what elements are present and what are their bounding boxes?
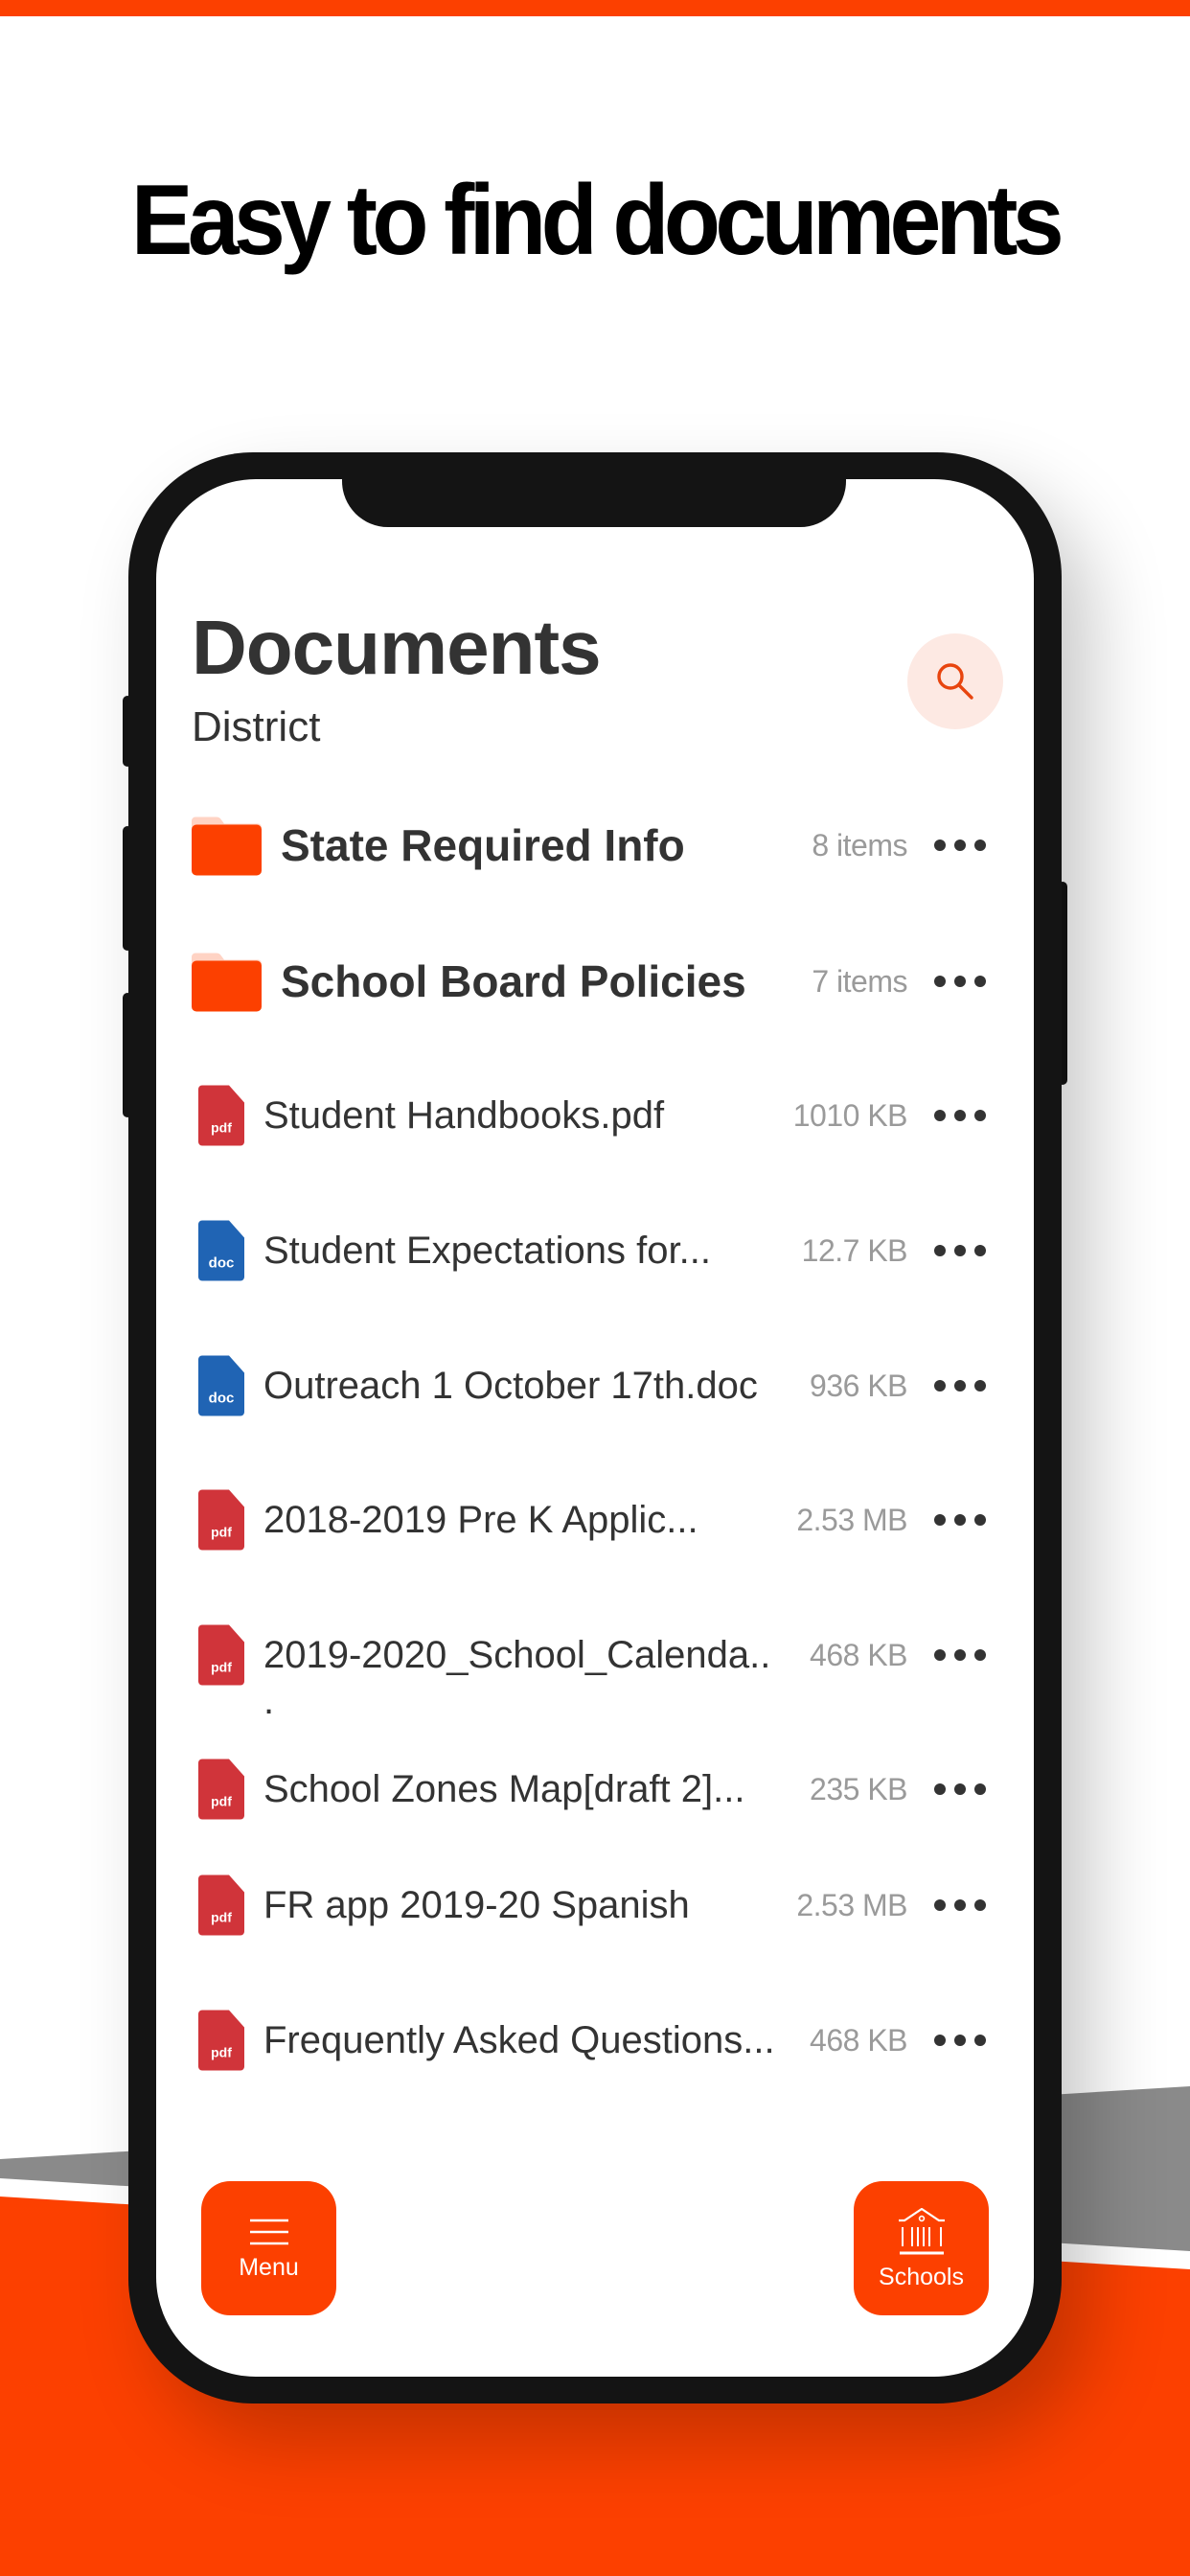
- more-horizontal-icon: [934, 2035, 946, 2046]
- promo-headline: Easy to find documents: [130, 165, 1064, 276]
- more-horizontal-icon: [934, 1245, 946, 1256]
- more-horizontal-icon: [934, 1514, 946, 1526]
- more-horizontal-icon: [934, 1380, 946, 1392]
- more-horizontal-icon: [934, 1899, 946, 1911]
- file-size: 1010 KB: [792, 1098, 908, 1133]
- hamburger-menu-icon: [249, 2219, 288, 2244]
- file-row[interactable]: doc Student Expectations for... 12.7 KB: [156, 1203, 1034, 1299]
- pdf-file-icon: pdf: [198, 1759, 244, 1820]
- more-options-button[interactable]: [934, 1780, 986, 1799]
- svg-text:pdf: pdf: [211, 1660, 232, 1675]
- file-name: Student Handbooks.pdf: [263, 1094, 665, 1137]
- file-row[interactable]: pdf School Zones Map[draft 2]... 235 KB: [156, 1741, 1034, 1837]
- svg-text:doc: doc: [209, 1255, 235, 1272]
- more-options-button[interactable]: [934, 1106, 986, 1125]
- more-horizontal-icon: [934, 1110, 946, 1121]
- search-button[interactable]: [907, 633, 1003, 729]
- file-row[interactable]: pdf FR app 2019-20 Spanish 2.53 MB: [156, 1857, 1034, 1953]
- doc-file-icon: doc: [198, 1220, 244, 1281]
- more-options-button[interactable]: [934, 1896, 986, 1915]
- more-horizontal-icon: [934, 840, 946, 851]
- file-name: Outreach 1 October 17th.doc: [263, 1365, 758, 1407]
- doc-file-icon: doc: [198, 1355, 244, 1416]
- file-name: Student Expectations for...: [263, 1230, 711, 1272]
- file-row[interactable]: pdf Frequently Asked Questions... 468 KB: [156, 1992, 1034, 2088]
- file-size: 235 KB: [810, 1772, 907, 1806]
- file-row[interactable]: pdf Student Handbooks.pdf 1010 KB: [156, 1068, 1034, 1163]
- more-options-button[interactable]: [934, 972, 986, 991]
- file-size: 12.7 KB: [801, 1233, 908, 1268]
- svg-text:doc: doc: [209, 1391, 235, 1407]
- folder-icon: [192, 816, 262, 876]
- folder-name: School Board Policies: [281, 956, 746, 1006]
- more-options-button[interactable]: [934, 836, 986, 855]
- folder-item-count: 8 items: [812, 828, 907, 862]
- more-options-button[interactable]: [934, 1645, 986, 1665]
- school-building-icon: [898, 2207, 945, 2254]
- more-options-button[interactable]: [934, 1241, 986, 1260]
- pdf-file-icon: pdf: [198, 1624, 244, 1686]
- pdf-file-icon: pdf: [198, 1874, 244, 1936]
- more-options-button[interactable]: [934, 1510, 986, 1530]
- pdf-file-icon: pdf: [198, 1085, 244, 1146]
- file-row[interactable]: doc Outreach 1 October 17th.doc 936 KB: [156, 1338, 1034, 1434]
- file-row[interactable]: pdf 2019-2020_School_Calenda... 468 KB: [156, 1607, 1034, 1720]
- pdf-file-icon: pdf: [198, 2010, 244, 2071]
- file-name: 2018-2019 Pre K Applic...: [263, 1499, 698, 1541]
- schools-button[interactable]: Schools: [854, 2181, 989, 2315]
- svg-text:pdf: pdf: [211, 2045, 232, 2060]
- folder-row[interactable]: School Board Policies 7 items: [156, 933, 1034, 1029]
- svg-text:pdf: pdf: [211, 1525, 232, 1540]
- more-options-button[interactable]: [934, 2031, 986, 2050]
- folder-name: State Required Info: [281, 820, 685, 870]
- more-horizontal-icon: [934, 976, 946, 987]
- file-name: 2019-2020_School_Calenda..: [263, 1634, 771, 1676]
- file-size: 468 KB: [810, 2023, 907, 2058]
- svg-text:pdf: pdf: [211, 1910, 232, 1925]
- more-options-button[interactable]: [934, 1376, 986, 1395]
- svg-text:pdf: pdf: [211, 1794, 232, 1809]
- more-horizontal-icon: [934, 1783, 946, 1795]
- more-horizontal-icon: [934, 1649, 946, 1661]
- menu-label: Menu: [239, 2253, 299, 2281]
- file-name: FR app 2019-20 Spanish: [263, 1884, 690, 1926]
- menu-button[interactable]: Menu: [201, 2181, 336, 2315]
- file-name: Frequently Asked Questions...: [263, 2019, 775, 2061]
- page-subtitle: District: [192, 703, 321, 750]
- file-size: 2.53 MB: [796, 1888, 907, 1922]
- folder-item-count: 7 items: [812, 964, 907, 999]
- pdf-file-icon: pdf: [198, 1489, 244, 1551]
- file-row[interactable]: pdf 2018-2019 Pre K Applic... 2.53 MB: [156, 1472, 1034, 1568]
- folder-row[interactable]: State Required Info 8 items: [156, 797, 1034, 893]
- file-size: 2.53 MB: [796, 1503, 907, 1537]
- page-title: Documents: [192, 605, 602, 690]
- file-name-overflow: .: [263, 1680, 275, 1722]
- svg-text:pdf: pdf: [211, 1120, 232, 1136]
- file-size: 468 KB: [810, 1638, 907, 1672]
- schools-label: Schools: [879, 2263, 964, 2290]
- folder-icon: [192, 953, 262, 1012]
- phone-notch: [342, 479, 846, 527]
- file-size: 936 KB: [810, 1368, 907, 1403]
- file-name: School Zones Map[draft 2]...: [263, 1768, 745, 1810]
- search-icon: [937, 663, 973, 700]
